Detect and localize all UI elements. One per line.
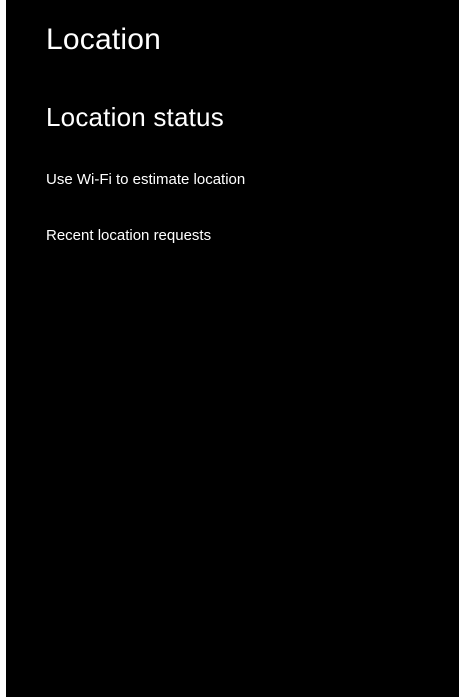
menu-item-label: Recent location requests xyxy=(46,227,212,244)
section-title-location-status: Location status xyxy=(46,102,224,132)
menu-item-label: Use Wi-Fi to estimate location xyxy=(46,171,246,188)
menu-item-use-wifi-location[interactable]: Use Wi-Fi to estimate location xyxy=(46,170,446,190)
menu-item-recent-location-requests[interactable]: Recent location requests xyxy=(46,226,446,246)
page-title: Location xyxy=(46,23,162,56)
location-settings-screen: Location Location status Use Wi-Fi to es… xyxy=(6,0,459,697)
